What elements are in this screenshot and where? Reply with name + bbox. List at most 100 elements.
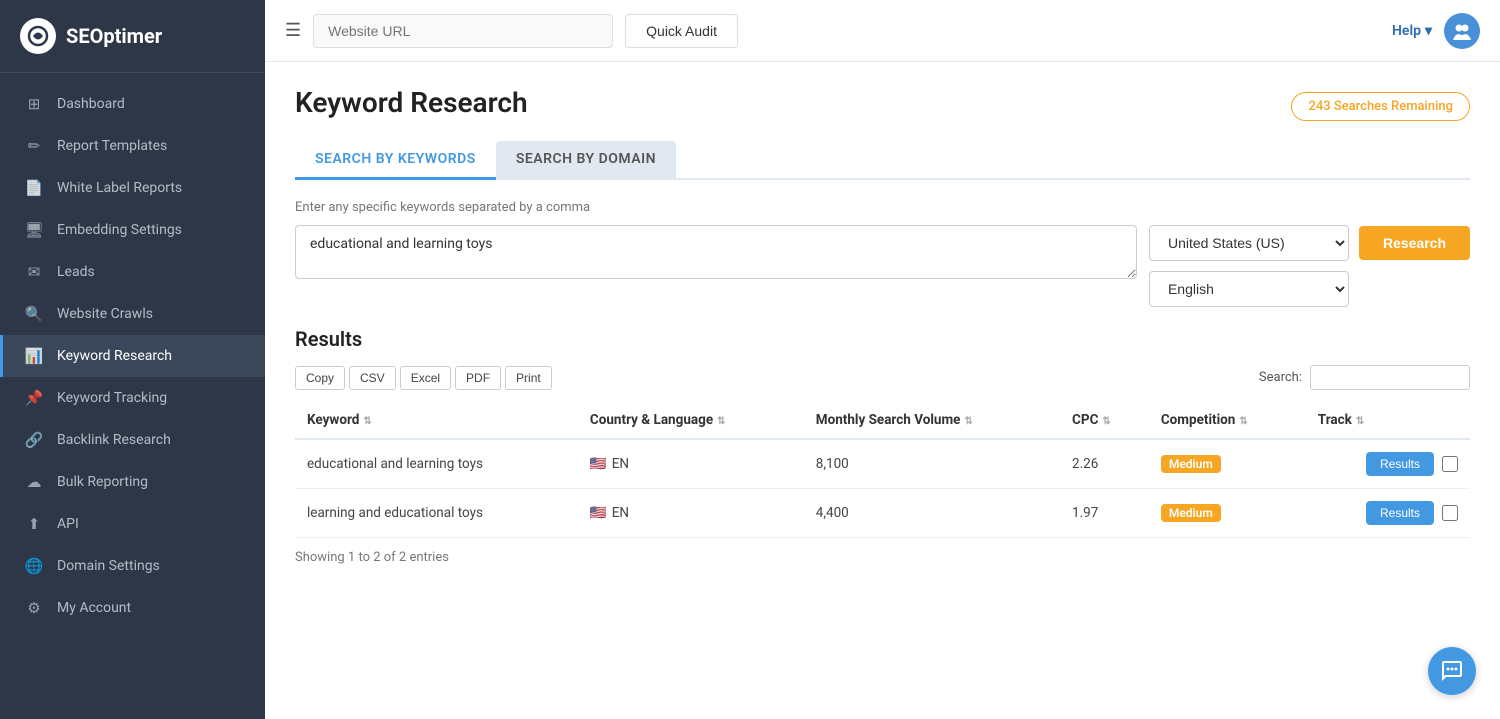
cell-volume-1: 4,400 — [804, 489, 1060, 538]
searches-remaining-badge: 243 Searches Remaining — [1291, 92, 1470, 121]
sidebar-item-white-label-reports[interactable]: 📄 White Label Reports — [0, 167, 265, 209]
sidebar-item-dashboard[interactable]: ⊞Dashboard — [0, 83, 265, 125]
help-chevron-icon: ▾ — [1425, 23, 1432, 39]
sidebar-label-white-label-reports: White Label Reports — [57, 180, 182, 196]
export-btn-copy[interactable]: Copy — [295, 366, 345, 390]
menu-icon[interactable]: ☰ — [285, 20, 301, 41]
main-area: ☰ Quick Audit Help ▾ Keyword Research 24… — [265, 0, 1500, 719]
keyword-tracking-icon: 📌 — [23, 389, 45, 407]
sort-icon-competition: ⇅ — [1239, 416, 1247, 427]
search-controls: United States (US)United Kingdom (GB)Can… — [1149, 225, 1470, 307]
flag-en-1: 🇺🇸 EN — [590, 505, 629, 521]
help-menu[interactable]: Help ▾ — [1392, 23, 1432, 39]
sidebar-item-backlink-research[interactable]: 🔗 Backlink Research — [0, 419, 265, 461]
country-select[interactable]: United States (US)United Kingdom (GB)Can… — [1149, 225, 1349, 261]
sidebar-label-keyword-tracking: Keyword Tracking — [57, 390, 167, 406]
page-title: Keyword Research — [295, 86, 528, 119]
logo[interactable]: SEOptimer — [0, 0, 265, 73]
col-header-track[interactable]: Track⇅ — [1306, 402, 1470, 439]
tab-search-by-domain[interactable]: SEARCH BY DOMAIN — [496, 141, 676, 180]
sidebar-item-api[interactable]: ⬆API — [0, 503, 265, 545]
sort-icon-keyword: ⇅ — [363, 416, 371, 427]
col-header-monthly-search-volume[interactable]: Monthly Search Volume⇅ — [804, 402, 1060, 439]
results-button-1[interactable]: Results — [1366, 501, 1434, 525]
table-row: educational and learning toys🇺🇸 EN8,1002… — [295, 439, 1470, 489]
sidebar-label-leads: Leads — [57, 264, 95, 280]
table-search-label: Search: — [1259, 370, 1302, 385]
user-avatar[interactable] — [1444, 13, 1480, 49]
language-select[interactable]: EnglishSpanishFrenchGerman — [1149, 271, 1349, 307]
table-search-row: Search: — [1259, 365, 1470, 390]
results-toolbar: CopyCSVExcelPDFPrint Search: — [295, 365, 1470, 390]
sidebar-item-leads[interactable]: ✉Leads — [0, 251, 265, 293]
sidebar-item-keyword-tracking[interactable]: 📌 Keyword Tracking — [0, 377, 265, 419]
sidebar-item-domain-settings[interactable]: 🌐 Domain Settings — [0, 545, 265, 587]
sort-icon-track: ⇅ — [1356, 416, 1364, 427]
cell-language-1: 🇺🇸 EN — [578, 489, 804, 538]
cell-competition-0: Medium — [1149, 439, 1306, 489]
sidebar-item-my-account[interactable]: ⚙ My Account — [0, 587, 265, 629]
sidebar-item-bulk-reporting[interactable]: ☁ Bulk Reporting — [0, 461, 265, 503]
sidebar-label-dashboard: Dashboard — [57, 96, 125, 112]
logo-text: SEOptimer — [66, 24, 162, 48]
quick-audit-button[interactable]: Quick Audit — [625, 14, 738, 48]
sidebar-label-domain-settings: Domain Settings — [57, 558, 160, 574]
tab-search-by-keywords[interactable]: SEARCH BY KEYWORDS — [295, 141, 496, 180]
website-crawls-icon: 🔍 — [23, 305, 45, 323]
cell-cpc-0: 2.26 — [1060, 439, 1149, 489]
export-btn-pdf[interactable]: PDF — [455, 366, 501, 390]
cell-keyword-0: educational and learning toys — [295, 439, 578, 489]
research-button[interactable]: Research — [1359, 226, 1470, 260]
sidebar-label-website-crawls: Website Crawls — [57, 306, 153, 322]
col-header-country-language[interactable]: Country & Language⇅ — [578, 402, 804, 439]
competition-badge-1: Medium — [1161, 504, 1221, 522]
white-label-reports-icon: 📄 — [23, 179, 45, 197]
backlink-research-icon: 🔗 — [23, 431, 45, 449]
results-title: Results — [295, 327, 1470, 351]
competition-badge-0: Medium — [1161, 455, 1221, 473]
export-btn-excel[interactable]: Excel — [400, 366, 451, 390]
sidebar-label-api: API — [57, 516, 79, 532]
col-header-cpc[interactable]: CPC⇅ — [1060, 402, 1149, 439]
cell-volume-0: 8,100 — [804, 439, 1060, 489]
sidebar-nav: ⊞Dashboard ✏ Report Templates 📄 White Label … — [0, 73, 265, 639]
sidebar-label-backlink-research: Backlink Research — [57, 432, 171, 448]
table-search-input[interactable] — [1310, 365, 1470, 390]
sidebar-label-report-templates: Report Templates — [57, 138, 167, 154]
country-row: United States (US)United Kingdom (GB)Can… — [1149, 225, 1470, 261]
content-header: Keyword Research 243 Searches Remaining — [295, 86, 1470, 121]
search-hint: Enter any specific keywords separated by… — [295, 200, 1470, 215]
sidebar: SEOptimer ⊞Dashboard ✏ Report Templates 📄 Wh… — [0, 0, 265, 719]
domain-settings-icon: 🌐 — [23, 557, 45, 575]
sidebar-label-keyword-research: Keyword Research — [57, 348, 172, 364]
col-header-keyword[interactable]: Keyword⇅ — [295, 402, 578, 439]
report-templates-icon: ✏ — [23, 137, 45, 155]
results-button-0[interactable]: Results — [1366, 452, 1434, 476]
track-checkbox-0[interactable] — [1442, 456, 1458, 472]
track-checkbox-1[interactable] — [1442, 505, 1458, 521]
sidebar-label-bulk-reporting: Bulk Reporting — [57, 474, 148, 490]
sort-icon-monthly-search-volume: ⇅ — [964, 416, 972, 427]
cell-track-0: Results — [1306, 439, 1470, 489]
keyword-tabs: SEARCH BY KEYWORDSSEARCH BY DOMAIN — [295, 141, 1470, 180]
chat-bubble[interactable] — [1428, 647, 1476, 695]
sidebar-item-website-crawls[interactable]: 🔍 Website Crawls — [0, 293, 265, 335]
sidebar-item-embedding-settings[interactable]: 🖥Embedding Settings — [0, 209, 265, 251]
my-account-icon: ⚙ — [23, 599, 45, 617]
sidebar-item-report-templates[interactable]: ✏ Report Templates — [0, 125, 265, 167]
sort-icon-cpc: ⇅ — [1102, 416, 1110, 427]
keyword-textarea[interactable] — [295, 225, 1137, 279]
website-url-input[interactable] — [313, 14, 613, 48]
export-btn-print[interactable]: Print — [505, 366, 552, 390]
cell-competition-1: Medium — [1149, 489, 1306, 538]
topbar: ☰ Quick Audit Help ▾ — [265, 0, 1500, 62]
results-table: Keyword⇅Country & Language⇅Monthly Searc… — [295, 402, 1470, 538]
sidebar-item-keyword-research[interactable]: 📊Keyword Research — [0, 335, 265, 377]
embedding-settings-icon: 🖥 — [23, 221, 45, 239]
col-header-competition[interactable]: Competition⇅ — [1149, 402, 1306, 439]
sidebar-label-my-account: My Account — [57, 600, 131, 616]
export-buttons: CopyCSVExcelPDFPrint — [295, 366, 552, 390]
main-content: Keyword Research 243 Searches Remaining … — [265, 62, 1500, 719]
bulk-reporting-icon: ☁ — [23, 473, 45, 491]
export-btn-csv[interactable]: CSV — [349, 366, 396, 390]
